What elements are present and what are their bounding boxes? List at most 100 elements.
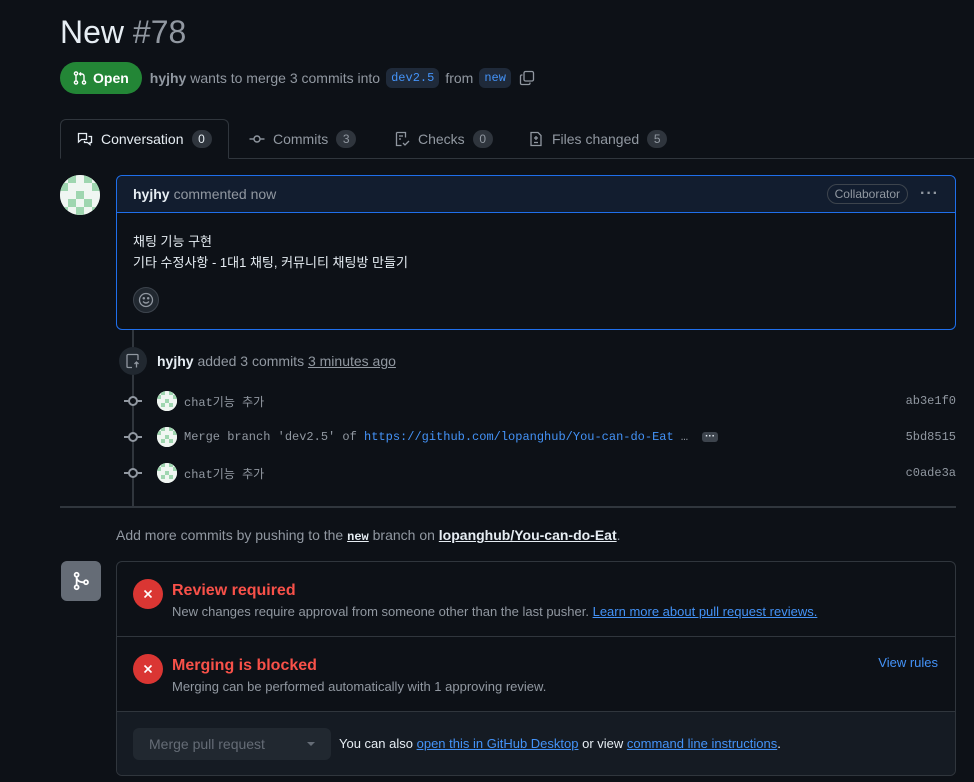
state-badge: Open [60,62,142,94]
avatar[interactable] [157,391,177,411]
push-hint-branch[interactable]: new [347,530,369,544]
view-rules-link[interactable]: View rules [878,655,938,670]
git-commit-icon [124,431,142,443]
tab-label: Checks [418,131,465,147]
comment-header: hyjhy commented now Collaborator ··· [117,176,955,213]
file-diff-icon [530,131,542,147]
event-action: added 3 commits [197,353,305,369]
pr-title: New #78 [60,14,186,51]
merge-pull-request-button[interactable]: Merge pull request [133,728,331,760]
pr-title-text: New [60,14,125,50]
checklist-icon [395,131,410,147]
avatar[interactable] [60,175,100,215]
pr-author[interactable]: hyjhy [150,70,187,86]
copy-icon[interactable] [519,70,535,86]
open-in-desktop-link[interactable]: open this in GitHub Desktop [417,736,579,751]
comment-line: 채팅 기능 구현 [133,234,212,249]
tab-checks[interactable]: Checks 0 [394,119,493,159]
tab-counter: 5 [647,130,668,148]
commits-added-event: hyjhy added 3 commits 3 minutes ago [157,353,396,369]
base-branch[interactable]: dev2.5 [386,68,440,88]
pr-number: #78 [132,14,187,50]
comment-body: 채팅 기능 구현 기타 수정사항 - 1대1 채팅, 커뮤니티 채팅방 만들기 [117,213,955,273]
expand-commit-message-button[interactable]: ··· [702,432,719,442]
git-commit-icon [124,395,142,407]
merge-status-icon-box [61,561,101,601]
comment-discussion-icon [77,132,93,146]
comment-line: 기타 수정사항 - 1대1 채팅, 커뮤니티 채팅방 만들기 [133,255,408,270]
merge-footer-text: You can also open this in GitHub Desktop… [339,736,781,751]
commit-message-text: Merge branch 'dev2.5' of [184,430,365,444]
learn-more-reviews-link[interactable]: Learn more about pull request reviews. [593,604,818,619]
add-reaction-button[interactable] [133,287,159,313]
commit-message[interactable]: chat기능 추가 [184,465,264,482]
review-required-text: New changes require approval from someon… [172,604,589,619]
pull-request-icon [73,71,87,85]
commit-sha[interactable]: ab3e1f0 [906,394,956,408]
from-text: from [445,70,474,86]
timeline-event-badge [119,347,147,375]
head-branch[interactable]: new [479,68,511,88]
review-required-description: New changes require approval from someon… [172,604,817,619]
command-line-instructions-link[interactable]: command line instructions [627,736,777,751]
avatar[interactable] [157,463,177,483]
commit-row[interactable]: chat기능 추가 c0ade3a [124,462,956,484]
footer-prefix: You can also [339,736,413,751]
commit-sha[interactable]: c0ade3a [906,466,956,480]
push-hint: Add more commits by pushing to the new b… [116,527,621,544]
merging-blocked-description: Merging can be performed automatically w… [172,679,547,694]
commit-message-truncation: … [673,430,689,444]
commit-message[interactable]: Merge branch 'dev2.5' of https://github.… [184,430,688,444]
review-required-section: Review required New changes require appr… [117,562,955,637]
commit-message-link[interactable]: https://github.com/lopanghub/You-can-do-… [364,430,674,444]
tab-counter: 0 [191,130,212,148]
identicon-avatar [60,175,100,215]
merging-blocked-section: Merging is blocked Merging can be perfor… [117,637,955,712]
pr-tabs: Conversation 0 Commits 3 Checks 0 Files … [60,119,974,159]
commit-message[interactable]: chat기능 추가 [184,393,264,410]
status-text: hyjhy wants to merge 3 commits into [150,70,380,86]
git-merge-icon [73,571,89,591]
push-hint-prefix: Add more commits by pushing to the [116,527,344,543]
smiley-icon [138,292,154,308]
push-hint-repo-link[interactable]: lopanghub/You-can-do-Eat [439,527,617,543]
triangle-down-icon [307,742,315,746]
tab-label: Commits [273,131,329,147]
commit-row[interactable]: Merge branch 'dev2.5' of https://github.… [124,426,956,448]
repo-push-icon [126,353,139,369]
push-hint-middle: branch on [372,527,435,543]
tab-label: Conversation [101,131,184,147]
merging-blocked-title: Merging is blocked [172,657,317,674]
merge-footer: Merge pull request You can also open thi… [117,712,955,775]
tab-counter: 0 [472,130,493,148]
comment-author[interactable]: hyjhy [133,186,170,202]
tab-label: Files changed [552,131,640,147]
state-label: Open [93,70,129,86]
footer-middle: or view [582,736,624,751]
x-circle-icon [133,654,163,684]
pr-status-line: Open hyjhy wants to merge 3 commits into… [60,62,535,94]
git-commit-icon [249,135,265,143]
tab-files-changed[interactable]: Files changed 5 [528,119,668,159]
role-badge: Collaborator [826,184,909,204]
kebab-horizontal-icon[interactable]: ··· [920,186,939,202]
timeline-divider [60,506,956,508]
pr-description-comment: hyjhy commented now Collaborator ··· 채팅 … [116,175,956,330]
x-circle-icon [133,579,163,609]
review-required-title: Review required [172,582,296,599]
merge-button-label: Merge pull request [149,736,265,752]
tab-counter: 3 [336,130,357,148]
avatar[interactable] [157,427,177,447]
git-commit-icon [124,467,142,479]
tab-conversation[interactable]: Conversation 0 [60,119,229,159]
commit-sha[interactable]: 5bd8515 [906,430,956,444]
commit-row[interactable]: chat기능 추가 ab3e1f0 [124,390,956,412]
tab-commits[interactable]: Commits 3 [249,119,357,159]
event-time[interactable]: 3 minutes ago [308,353,396,369]
footer-end: . [777,736,781,751]
event-author[interactable]: hyjhy [157,353,194,369]
comment-meta: commented now [173,186,277,202]
merge-box: Review required New changes require appr… [116,561,956,776]
merge-text: wants to merge 3 commits into [190,70,381,86]
push-hint-end: . [616,527,621,543]
